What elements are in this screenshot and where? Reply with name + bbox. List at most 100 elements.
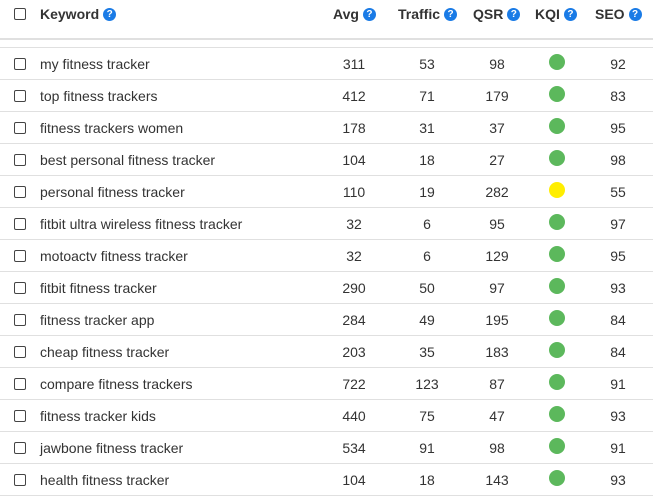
avg-cell: 412 (342, 88, 366, 104)
select-all-checkbox[interactable] (14, 8, 26, 20)
kqi-status-dot (549, 118, 565, 134)
traffic-cell: 19 (419, 184, 435, 200)
table-row[interactable]: fitness tracker kids 440 75 47 93 (0, 400, 653, 432)
column-header-avg[interactable]: Avg ? (333, 5, 376, 23)
table-row[interactable]: fitness trackers women 178 31 37 95 (0, 112, 653, 144)
help-icon[interactable]: ? (628, 7, 642, 21)
keyword-table: Keyword ? Avg ? Traffic ? QSR ? KQI ? SE… (0, 0, 653, 496)
row-checkbox[interactable] (14, 346, 26, 358)
column-header-keyword[interactable]: Keyword ? (40, 5, 117, 23)
help-icon[interactable]: ? (563, 7, 577, 21)
table-row[interactable]: top fitness trackers 412 71 179 83 (0, 80, 653, 112)
table-row[interactable]: fitness tracker app 284 49 195 84 (0, 304, 653, 336)
row-checkbox[interactable] (14, 122, 26, 134)
kqi-status-dot (549, 246, 565, 262)
keyword-cell: fitness trackers women (40, 120, 184, 136)
seo-cell: 91 (610, 376, 626, 392)
help-icon[interactable]: ? (444, 7, 458, 21)
qsr-cell: 27 (489, 152, 505, 168)
column-label: Keyword (40, 6, 100, 22)
table-row[interactable]: cheap fitness tracker 203 35 183 84 (0, 336, 653, 368)
column-header-kqi[interactable]: KQI ? (535, 5, 577, 23)
kqi-status-dot (549, 310, 565, 326)
keyword-cell: health fitness tracker (40, 472, 170, 488)
row-checkbox[interactable] (14, 90, 26, 102)
row-checkbox[interactable] (14, 218, 26, 230)
kqi-status-dot (549, 182, 565, 198)
table-row[interactable]: best personal fitness tracker 104 18 27 98 (0, 144, 653, 176)
avg-cell: 178 (342, 120, 366, 136)
qsr-cell: 97 (489, 280, 505, 296)
row-checkbox[interactable] (14, 314, 26, 326)
avg-cell: 104 (342, 472, 366, 488)
table-row[interactable]: my fitness tracker 311 53 98 92 (0, 48, 653, 80)
keyword-cell: motoactv fitness tracker (40, 248, 188, 264)
traffic-cell: 91 (419, 440, 435, 456)
table-row[interactable]: fitbit ultra wireless fitness tracker 32 6… (0, 208, 653, 240)
avg-cell: 32 (346, 248, 362, 264)
qsr-cell: 143 (485, 472, 509, 488)
qsr-cell: 282 (485, 184, 509, 200)
row-checkbox[interactable] (14, 410, 26, 422)
help-icon[interactable]: ? (362, 7, 376, 21)
qsr-cell: 129 (485, 248, 509, 264)
seo-cell: 93 (610, 408, 626, 424)
table-row[interactable]: health fitness tracker 104 18 143 93 (0, 464, 653, 496)
qsr-cell: 98 (489, 56, 505, 72)
avg-cell: 32 (346, 216, 362, 232)
table-row[interactable]: compare fitness trackers 722 123 87 91 (0, 368, 653, 400)
avg-cell: 440 (342, 408, 366, 424)
seo-cell: 98 (610, 152, 626, 168)
column-label: Traffic (398, 6, 441, 22)
traffic-cell: 75 (419, 408, 435, 424)
row-checkbox[interactable] (14, 186, 26, 198)
traffic-cell: 53 (419, 56, 435, 72)
avg-cell: 110 (342, 184, 366, 200)
avg-cell: 104 (342, 152, 366, 168)
table-row[interactable]: motoactv fitness tracker 32 6 129 95 (0, 240, 653, 272)
qsr-cell: 183 (485, 344, 509, 360)
avg-cell: 284 (342, 312, 366, 328)
seo-cell: 95 (610, 248, 626, 264)
help-icon[interactable]: ? (507, 7, 521, 21)
seo-cell: 84 (610, 312, 626, 328)
kqi-status-dot (549, 278, 565, 294)
keyword-cell: fitbit fitness tracker (40, 280, 157, 296)
kqi-status-dot (549, 54, 565, 70)
column-header-seo[interactable]: SEO ? (595, 5, 642, 23)
row-checkbox[interactable] (14, 442, 26, 454)
keyword-cell: fitness tracker app (40, 312, 155, 328)
row-checkbox[interactable] (14, 250, 26, 262)
row-checkbox[interactable] (14, 58, 26, 70)
seo-cell: 95 (610, 120, 626, 136)
table-row[interactable]: jawbone fitness tracker 534 91 98 91 (0, 432, 653, 464)
row-checkbox[interactable] (14, 474, 26, 486)
kqi-status-dot (549, 438, 565, 454)
seo-cell: 93 (610, 472, 626, 488)
row-checkbox[interactable] (14, 282, 26, 294)
column-header-traffic[interactable]: Traffic ? (398, 5, 458, 23)
kqi-status-dot (549, 470, 565, 486)
keyword-cell: fitbit ultra wireless fitness tracker (40, 216, 243, 232)
traffic-cell: 35 (419, 344, 435, 360)
row-checkbox[interactable] (14, 378, 26, 390)
seo-cell: 83 (610, 88, 626, 104)
traffic-cell: 50 (419, 280, 435, 296)
column-label: KQI (535, 6, 560, 22)
avg-cell: 311 (342, 56, 366, 72)
keyword-cell: top fitness trackers (40, 88, 158, 104)
row-checkbox[interactable] (14, 154, 26, 166)
table-row[interactable]: personal fitness tracker 110 19 282 55 (0, 176, 653, 208)
column-header-qsr[interactable]: QSR ? (473, 5, 521, 23)
avg-cell: 290 (342, 280, 366, 296)
keyword-cell: compare fitness trackers (40, 376, 193, 392)
table-header: Keyword ? Avg ? Traffic ? QSR ? KQI ? SE… (0, 0, 653, 40)
column-label: SEO (595, 6, 625, 22)
seo-cell: 97 (610, 216, 626, 232)
table-body: my fitness tracker 311 53 98 92 top fitness t… (0, 48, 653, 496)
help-icon[interactable]: ? (103, 7, 117, 21)
avg-cell: 722 (342, 376, 366, 392)
table-row[interactable]: fitbit fitness tracker 290 50 97 93 (0, 272, 653, 304)
keyword-cell: my fitness tracker (40, 56, 150, 72)
kqi-status-dot (549, 342, 565, 358)
